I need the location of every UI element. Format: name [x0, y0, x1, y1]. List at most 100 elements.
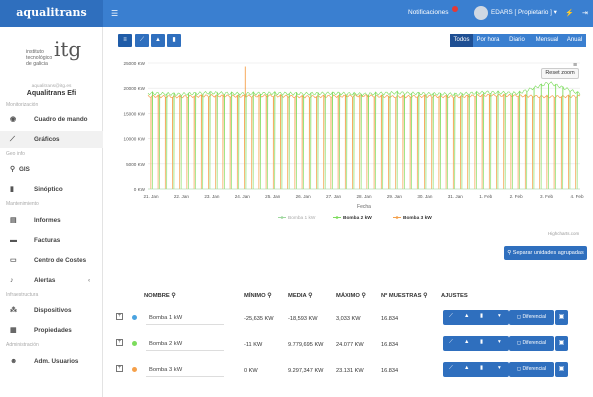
- y-tick-label: 5000 KW: [126, 162, 146, 167]
- chart-type-group: ⟋ ▲ ▮ ▾: [443, 362, 509, 377]
- hamburger-icon[interactable]: ☰: [111, 9, 118, 18]
- sidebar-item-informes[interactable]: ▤ Informes: [0, 212, 103, 229]
- area-chart-icon[interactable]: ▲: [464, 313, 469, 319]
- column-chart-button[interactable]: ▮: [167, 34, 181, 47]
- user-menu[interactable]: EDARS [ Propietario ] ▾: [491, 9, 557, 16]
- area-chart-button[interactable]: ▲: [151, 34, 165, 47]
- header-label: MEDIA: [288, 293, 307, 299]
- sidebar-item-alertas[interactable]: ♪ Alertas ‹: [0, 272, 103, 289]
- bar-chart-icon[interactable]: ▮: [480, 313, 483, 319]
- users-icon: ☻: [10, 358, 18, 365]
- diferencial-button[interactable]: ◻ Diferencial: [509, 310, 554, 325]
- sidebar-item-centro-costes[interactable]: ▭ Centro de Costes: [0, 252, 103, 269]
- sitemap-icon: ⁂: [10, 307, 17, 314]
- bolt-icon[interactable]: ⚡: [565, 9, 574, 17]
- tab-por-hora[interactable]: Por hora: [473, 34, 503, 47]
- expand-icon[interactable]: +: [116, 339, 123, 346]
- sidebar-item-dashboard[interactable]: ◉ Cuadro de mando: [0, 111, 103, 128]
- avatar[interactable]: [474, 6, 488, 20]
- caret-down-icon[interactable]: ▾: [498, 313, 501, 319]
- invoice-icon: ▬: [10, 237, 17, 244]
- header-nombre[interactable]: NOMBRE ⚲: [144, 293, 176, 299]
- area-chart-icon[interactable]: ▲: [464, 365, 469, 371]
- tab-diario[interactable]: Diario: [503, 34, 531, 47]
- tab-mensual[interactable]: Mensual: [531, 34, 563, 47]
- header-media[interactable]: MEDIA ⚲: [288, 293, 312, 299]
- x-tick-label: 2. Feb: [510, 194, 523, 199]
- excel-icon[interactable]: ▣: [555, 310, 568, 325]
- bar-chart-icon[interactable]: ▮: [480, 365, 483, 371]
- header-muestras[interactable]: Nº MUESTRAS ⚲: [381, 293, 427, 299]
- sidebar-item-facturas[interactable]: ▬ Facturas: [0, 232, 103, 249]
- search-icon: ⚲: [507, 250, 512, 256]
- chart-menu-icon[interactable]: ≡: [573, 62, 577, 69]
- diferencial-button[interactable]: ◻ Diferencial: [509, 336, 554, 351]
- reset-zoom-button[interactable]: Reset zoom: [541, 68, 579, 79]
- sidebar-item-sinoptico[interactable]: ▮ Sinóptico: [0, 181, 103, 198]
- legend-item[interactable]: Bomba 2 kW: [343, 215, 372, 221]
- diferencial-button[interactable]: ◻ Diferencial: [509, 362, 554, 377]
- y-tick-label: 15000 KW: [124, 111, 146, 116]
- sidebar-item-graficos[interactable]: ⟋ Gráficos: [0, 131, 103, 148]
- x-tick-label: 26. Jan: [296, 194, 312, 199]
- diferencial-label: Diferencial: [522, 340, 547, 346]
- brand-logo[interactable]: aqualitrans: [0, 0, 103, 27]
- notification-badge: [452, 6, 458, 12]
- excel-icon[interactable]: ▣: [555, 362, 568, 377]
- sidebar: instituto tecnológico de galicia itg aqu…: [0, 27, 103, 397]
- diferencial-label: Diferencial: [522, 366, 547, 372]
- sidebar-item-label: Informes: [34, 217, 61, 224]
- area-chart-icon[interactable]: ▲: [464, 339, 469, 345]
- power-chart[interactable]: 0 KW 5000 KW 10000 KW 15000 KW 20000 KW 25000…: [114, 53, 586, 233]
- x-tick-label: 22. Jan: [174, 194, 190, 199]
- sidebar-item-label: Adm. Usuarios: [34, 358, 79, 365]
- separate-units-button[interactable]: ⚲ Separar unidades agrupadas: [504, 246, 587, 260]
- cell-samples: 16.834: [381, 342, 399, 348]
- x-tick-label: 29. Jan: [387, 194, 403, 199]
- expand-icon[interactable]: +: [116, 365, 123, 372]
- search-icon: ⚲: [308, 293, 313, 299]
- line-chart-button[interactable]: ⟋: [135, 34, 149, 47]
- line-chart-icon[interactable]: ⟋: [449, 365, 453, 372]
- line-chart-icon[interactable]: ⟋: [449, 339, 453, 346]
- table-row: + Bomba 3 kW 0 KW 9.297,347 KW 23.131 KW…: [113, 358, 587, 382]
- line-chart-icon[interactable]: ⟋: [449, 313, 453, 320]
- series-name-field[interactable]: Bomba 1 kW: [146, 311, 224, 325]
- sidebar-item-gis[interactable]: ⚲ GIS: [0, 161, 103, 178]
- bar-chart-icon[interactable]: ▮: [480, 339, 483, 345]
- header-maximo[interactable]: MÁXIMO ⚲: [336, 293, 366, 299]
- section-monitoring: Monitorización: [6, 102, 39, 108]
- expand-icon[interactable]: +: [116, 313, 123, 320]
- bell-icon: ♪: [10, 277, 14, 284]
- building-icon: ▦: [10, 327, 17, 334]
- sidebar-item-adm-usuarios[interactable]: ☻ Adm. Usuarios: [0, 353, 103, 370]
- legend-item[interactable]: Bomba 1 kW: [288, 215, 316, 221]
- book-icon: ▮: [10, 186, 14, 193]
- series-name-field[interactable]: Bomba 3 kW: [146, 363, 224, 377]
- legend-item[interactable]: Bomba 3 kW: [403, 215, 432, 221]
- header-minimo[interactable]: MÍNIMO ⚲: [244, 293, 271, 299]
- caret-down-icon[interactable]: ▾: [498, 365, 501, 371]
- x-tick-label: 31. Jan: [448, 194, 464, 199]
- tab-anual[interactable]: Anual: [563, 34, 586, 47]
- area-chart-icon: ▲: [155, 37, 161, 43]
- tab-todos[interactable]: Todos: [450, 34, 473, 47]
- search-icon: ⚲: [423, 293, 428, 299]
- excel-icon[interactable]: ▣: [555, 336, 568, 351]
- chart-type-group: ⟋ ▲ ▮ ▾: [443, 310, 509, 325]
- x-tick-label: 4. Feb: [570, 194, 583, 199]
- notifications-label[interactable]: Notificaciones: [408, 9, 448, 16]
- caret-down-icon[interactable]: ▾: [498, 339, 501, 345]
- list-view-button[interactable]: ≡: [118, 34, 132, 47]
- sidebar-item-propiedades[interactable]: ▦ Propiedades: [0, 322, 103, 339]
- series-name-field[interactable]: Bomba 2 kW: [146, 337, 224, 351]
- logo-line: de galicia: [26, 61, 48, 67]
- cell-mean: 9.297,347 KW: [288, 368, 324, 374]
- cost-icon: ▭: [10, 257, 17, 264]
- series-line-bomba-3: [147, 93, 581, 190]
- legend-marker: [280, 216, 284, 219]
- logout-icon[interactable]: ⇥: [582, 9, 588, 17]
- cell-min: -25,635 KW: [244, 316, 274, 322]
- highcharts-credits[interactable]: Highcharts.com: [548, 231, 579, 236]
- sidebar-item-dispositivos[interactable]: ⁂ Dispositivos: [0, 302, 103, 319]
